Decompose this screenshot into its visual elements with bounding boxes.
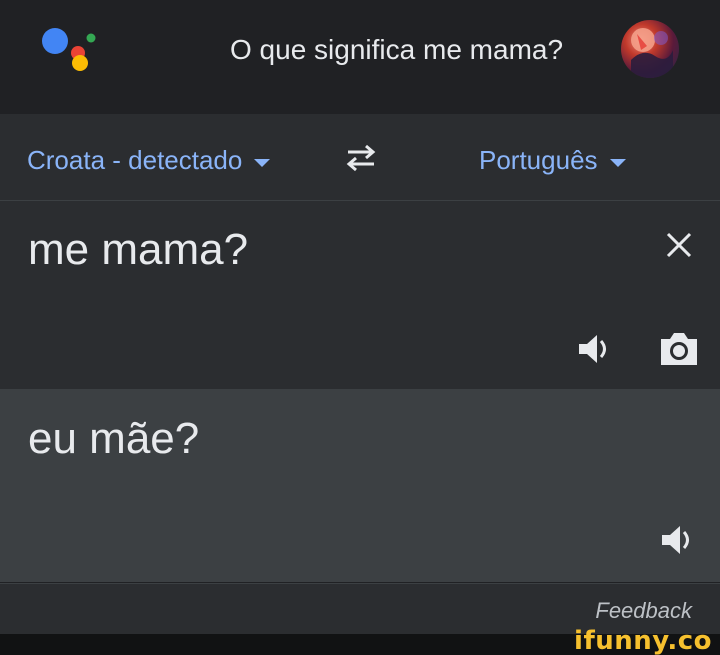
ifunny-watermark: ifunny.co xyxy=(574,626,712,655)
translation-text: eu mãe? xyxy=(28,414,200,463)
swap-arrows-icon[interactable] xyxy=(340,140,382,176)
assistant-screen: O que significa me mama? Croata - detect… xyxy=(0,0,720,655)
target-language-selector[interactable]: Português xyxy=(479,142,626,178)
chevron-down-icon xyxy=(254,159,271,167)
source-text-panel: me mama? xyxy=(0,201,720,390)
assistant-query: O que significa me mama? xyxy=(230,34,564,65)
speaker-icon[interactable] xyxy=(658,520,698,560)
speaker-icon[interactable] xyxy=(575,329,615,369)
target-language-label: Português xyxy=(479,144,598,175)
translation-result-panel: eu mãe? xyxy=(0,390,720,582)
watermark-strip: ifunny.co xyxy=(0,626,720,655)
assistant-header: O que significa me mama? xyxy=(0,0,720,114)
feedback-link[interactable]: Feedback xyxy=(595,598,692,624)
source-language-label: Croata - detectado xyxy=(27,144,243,175)
chevron-down-icon xyxy=(609,159,626,167)
google-assistant-icon[interactable] xyxy=(40,24,102,76)
camera-icon[interactable] xyxy=(657,329,701,369)
language-bar: Croata - detectado Português xyxy=(0,114,720,201)
avatar[interactable] xyxy=(621,20,679,78)
source-text[interactable]: me mama? xyxy=(28,223,248,277)
source-language-selector[interactable]: Croata - detectado xyxy=(27,142,271,178)
close-icon[interactable] xyxy=(661,227,697,263)
